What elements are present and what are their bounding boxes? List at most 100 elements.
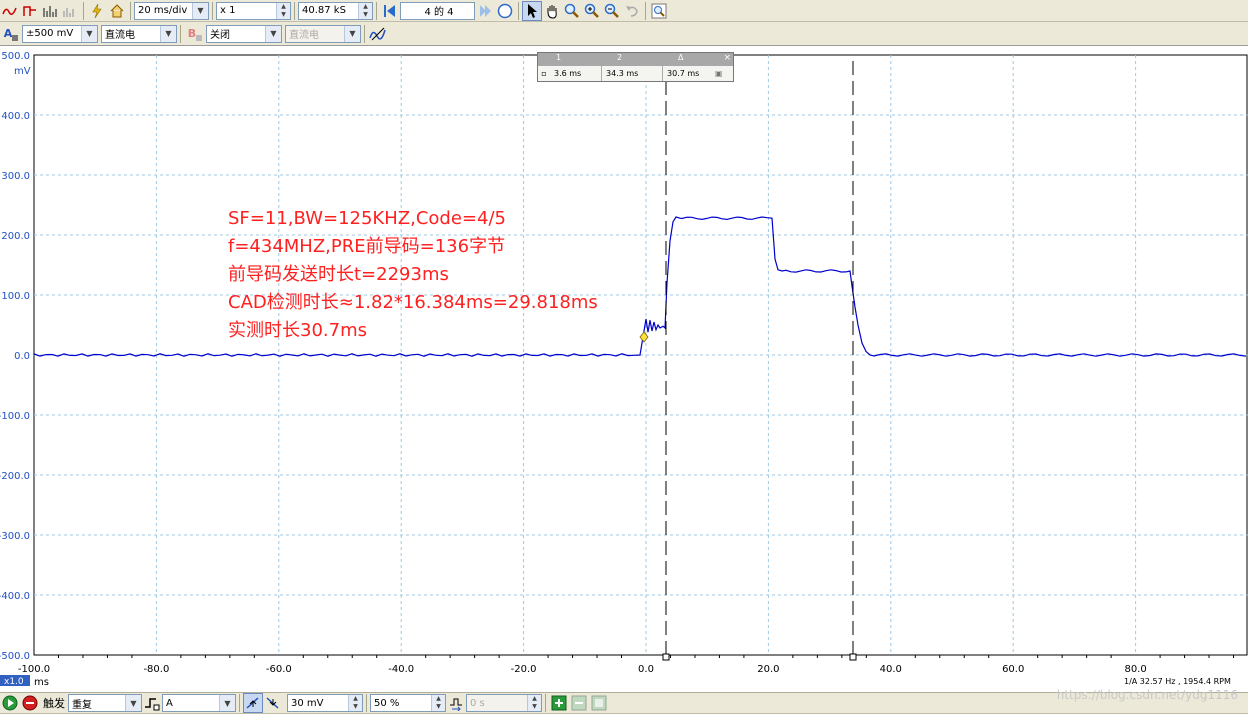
ruler-value-2: 34.3 ms: [602, 66, 663, 81]
separator: [366, 694, 367, 712]
timebase-value: 20 ms/div: [138, 5, 188, 16]
chevron-down-icon: ▼: [344, 25, 360, 42]
spin-arrows-icon: ▲ ▼: [431, 695, 445, 711]
trigger-source-select[interactable]: A ▼: [162, 694, 236, 712]
channel-b-options-icon[interactable]: B: [184, 24, 206, 44]
trigger-mode-value: 重复: [72, 699, 92, 711]
lock-icon[interactable]: ▣: [715, 69, 723, 78]
undo-zoom-icon[interactable]: [622, 1, 642, 21]
scope-view-icon[interactable]: [0, 1, 20, 21]
run-icon[interactable]: [0, 693, 20, 713]
annotation-line: 实测时长30.7ms: [228, 320, 367, 341]
separator: [645, 1, 646, 20]
range-value: ±500 mV: [26, 28, 74, 39]
x-tick-label: 40.0: [880, 664, 902, 675]
next-capture-icon[interactable]: [475, 1, 495, 21]
y-tick-label: -500.0: [0, 651, 30, 662]
delay-stepper[interactable]: 0 s ▲ ▼: [466, 694, 542, 712]
waveform-plot[interactable]: 500.0 400.0 300.0 200.0 100.0 0.0 -100.0 -200.0…: [0, 47, 1248, 692]
ruler-value-1: 3.6 ms: [550, 66, 602, 81]
frequency-readout: 1/A 32.57 Hz , 1954.4 RPM: [1122, 677, 1233, 686]
channel-b-range-select[interactable]: 关闭 ▼: [206, 24, 282, 43]
samples-stepper[interactable]: 40.87 kS ▲ ▼: [298, 1, 373, 20]
auto-setup-icon[interactable]: [87, 1, 107, 21]
chevron-down-icon: ▼: [125, 695, 141, 711]
y-tick-label: -100.0: [0, 411, 30, 422]
zoom-value: x 1: [220, 5, 236, 16]
math-channel-icon[interactable]: [368, 24, 388, 44]
cursor-1[interactable]: [662, 61, 670, 661]
x-tick-label: 80.0: [1124, 664, 1146, 675]
zoom-out-icon[interactable]: [602, 1, 622, 21]
compass-icon[interactable]: [495, 1, 515, 21]
hand-tool-icon[interactable]: [542, 1, 562, 21]
y-tick-label: -400.0: [0, 591, 30, 602]
y-unit-label: mV: [14, 66, 31, 77]
cursor-1-handle[interactable]: [662, 653, 670, 661]
capture-index-field[interactable]: 4 的 4: [400, 1, 475, 20]
y-tick-label: 400.0: [1, 111, 30, 122]
channel-b-label: B: [187, 27, 197, 40]
annotation-line: SF=11,BW=125KHZ,Code=4/5: [228, 208, 506, 229]
y-tick-label: 300.0: [1, 171, 30, 182]
chevron-down-icon: ▼: [219, 695, 235, 711]
separator: [130, 1, 131, 20]
advanced-trigger-icon[interactable]: [142, 693, 162, 713]
first-capture-icon[interactable]: [380, 1, 400, 21]
rising-edge-icon[interactable]: [243, 693, 263, 713]
chevron-down-icon: ▼: [192, 2, 208, 19]
watermark: https://blog.csdn.net/ydg1116: [1056, 688, 1238, 702]
y-tick-label: -300.0: [0, 531, 30, 542]
zoom-in-icon[interactable]: [582, 1, 602, 21]
channel-a-options-icon[interactable]: A: [0, 24, 22, 44]
threshold-stepper[interactable]: 30 mV ▲ ▼: [287, 694, 363, 712]
zoom-region-icon[interactable]: [562, 1, 582, 21]
pointer-tool-icon[interactable]: [522, 0, 542, 21]
trigger-marker-icon[interactable]: [639, 331, 649, 343]
threshold-value: 30 mV: [291, 697, 324, 709]
edit-measurement-icon[interactable]: [589, 693, 609, 713]
stop-icon[interactable]: [20, 693, 40, 713]
pretrigger-stepper[interactable]: 50 % ▲ ▼: [370, 694, 446, 712]
cursor-2[interactable]: [849, 61, 857, 661]
separator: [518, 1, 519, 20]
zoom-stepper[interactable]: x 1 ▲ ▼: [216, 1, 291, 20]
x-tick-label: 20.0: [757, 664, 779, 675]
cursor-2-handle[interactable]: [849, 653, 857, 661]
capture-index-value: 4 的 4: [424, 7, 454, 18]
close-icon[interactable]: ×: [723, 53, 731, 63]
persistence-icon[interactable]: [20, 1, 40, 21]
y-tick-label: 0.0: [14, 351, 30, 362]
trigger-label: 触发: [43, 697, 65, 710]
remove-measurement-icon[interactable]: [569, 693, 589, 713]
timebase-select[interactable]: 20 ms/div ▼: [134, 1, 209, 20]
annotation-line: 前导码发送时长t=2293ms: [228, 264, 449, 285]
coupling-select[interactable]: 直流电 ▼: [101, 24, 177, 43]
home-icon[interactable]: [107, 1, 127, 21]
y-tick-label: 200.0: [1, 231, 30, 242]
separator: [212, 1, 213, 20]
separator: [376, 1, 377, 20]
coupling-value: 直流电: [105, 30, 135, 41]
x-tick-label: -20.0: [511, 664, 537, 675]
trigger-mode-select[interactable]: 重复 ▼: [68, 694, 142, 712]
add-measurement-icon[interactable]: [549, 693, 569, 713]
cursor-ruler-panel[interactable]: 1 2 Δ × ▫ 3.6 ms 34.3 ms 30.7 ms ▣: [537, 52, 734, 82]
delay-value: 0 s: [470, 697, 485, 709]
x-tick-label: 60.0: [1002, 664, 1024, 675]
main-toolbar: 20 ms/div ▼ x 1 ▲ ▼ 40.87 kS ▲ ▼ 4 的 4: [0, 0, 1248, 22]
channel-b-coupling-select[interactable]: 直流电 ▼: [285, 24, 361, 43]
zoom-overview-icon[interactable]: [649, 1, 669, 21]
separator: [180, 24, 181, 43]
ruler-checkbox[interactable]: ▫: [538, 69, 550, 78]
spectrum-icon[interactable]: [40, 1, 60, 21]
separator: [545, 694, 546, 712]
plot-grid: [33, 54, 1248, 658]
separator: [294, 1, 295, 20]
range-select[interactable]: ±500 mV ▼: [22, 24, 98, 43]
ruler-col-2: 2: [617, 53, 623, 62]
post-trigger-delay-icon[interactable]: [446, 693, 466, 713]
falling-edge-icon[interactable]: [263, 693, 283, 713]
separator: [83, 1, 84, 20]
spectrum-disabled-icon[interactable]: [60, 1, 80, 21]
